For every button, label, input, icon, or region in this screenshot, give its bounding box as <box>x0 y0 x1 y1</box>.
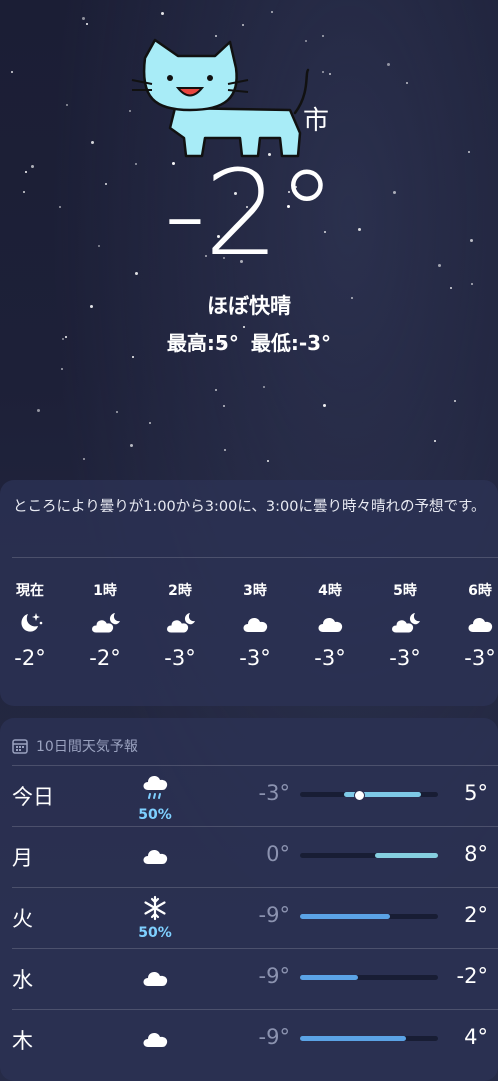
hour-temperature: -3° <box>464 646 496 670</box>
hour-temperature: -3° <box>164 646 196 670</box>
day-name: 今日 <box>12 785 54 809</box>
day-row[interactable]: 火 50% -9° 2° <box>0 887 498 948</box>
precip-chance: 50% <box>138 925 172 941</box>
day-low: 0° <box>266 842 290 866</box>
hour-time: 2時 <box>168 583 192 599</box>
day-row[interactable]: 木 -9° 4° <box>0 1009 498 1070</box>
hour-temperature: -3° <box>389 646 421 670</box>
hour-temperature: -2° <box>14 646 46 670</box>
current-temperature-dot <box>354 790 365 801</box>
cloud-moon-icon <box>375 600 435 646</box>
moon-stars-icon <box>0 600 60 646</box>
day-high: 8° <box>464 842 488 866</box>
temperature-range-bar <box>300 1036 438 1041</box>
hour-temperature: -3° <box>239 646 271 670</box>
hour-item: 5時 -3° <box>375 580 435 670</box>
day-low: -9° <box>258 964 290 988</box>
day-row[interactable]: 今日 50% -3° 5° <box>0 765 498 826</box>
temperature-range-fill <box>375 853 438 858</box>
ten-day-forecast-card[interactable]: 10日間天気予報 今日 50% -3° 5° 月 0° 8° 火 50% -9° 2° 水 -9° -2°… <box>0 718 498 1081</box>
hour-item: 現在 -2° <box>0 580 60 670</box>
hour-time: 5時 <box>393 583 417 599</box>
day-row[interactable]: 水 -9° -2° <box>0 948 498 1009</box>
hour-time: 1時 <box>93 583 117 599</box>
cloud-moon-icon <box>75 600 135 646</box>
low-temperature: 最低:-3° <box>250 331 332 355</box>
day-high: -2° <box>456 964 488 988</box>
cloud-icon <box>132 844 178 870</box>
cloud-moon-icon <box>150 600 210 646</box>
high-low-temperatures: 最高:5° 最低:-3° <box>0 327 498 356</box>
divider <box>12 765 498 766</box>
hour-time: 6時 <box>468 583 492 599</box>
day-low: -3° <box>258 781 290 805</box>
current-weather-header: 市 -2° ほぼ快晴 最高:5° 最低:-3° <box>0 0 498 470</box>
snowflake-icon: 50% <box>132 895 178 941</box>
hour-time: 4時 <box>318 583 342 599</box>
divider <box>12 1009 498 1010</box>
hour-temperature: -2° <box>89 646 121 670</box>
ten-day-title: 10日間天気予報 <box>36 739 138 755</box>
day-name: 月 <box>12 846 33 870</box>
hour-time: 現在 <box>16 583 44 599</box>
day-name: 木 <box>12 1029 33 1053</box>
divider <box>12 948 498 949</box>
forecast-summary: ところにより曇りが1:00から3:00に、3:00に曇り時々晴れの予想です。 <box>13 499 486 515</box>
hour-item: 6時 -3° <box>450 580 498 670</box>
hour-temperature: -3° <box>314 646 346 670</box>
hour-item: 1時 -2° <box>75 580 135 670</box>
ten-day-header: 10日間天気予報 <box>12 736 138 756</box>
day-high: 5° <box>464 781 488 805</box>
divider <box>12 557 498 558</box>
day-high: 4° <box>464 1025 488 1049</box>
cloud-icon <box>300 600 360 646</box>
current-condition: ほぼ快晴 <box>207 294 291 318</box>
cloud-rain-icon: 50% <box>132 773 178 823</box>
hour-time: 3時 <box>243 583 267 599</box>
high-temperature: 最高:5° <box>166 331 239 355</box>
temperature-range-bar <box>300 914 438 919</box>
precip-chance: 50% <box>138 807 172 823</box>
city-name-fragment: 市 <box>303 106 330 136</box>
day-low: -9° <box>258 903 290 927</box>
divider <box>12 826 498 827</box>
day-row[interactable]: 月 0° 8° <box>0 826 498 887</box>
hour-item: 3時 -3° <box>225 580 285 670</box>
day-high: 2° <box>464 903 488 927</box>
temperature-range-bar <box>300 790 438 801</box>
cloud-icon <box>450 600 498 646</box>
hour-item: 4時 -3° <box>300 580 360 670</box>
temperature-range-fill <box>300 1036 406 1041</box>
current-temperature: -2° <box>163 144 337 282</box>
day-low: -9° <box>258 1025 290 1049</box>
divider <box>12 887 498 888</box>
day-name: 火 <box>12 907 33 931</box>
day-name: 水 <box>12 968 33 992</box>
cloud-icon <box>132 966 178 992</box>
cloud-icon <box>132 1027 178 1053</box>
calendar-icon <box>12 739 28 754</box>
temperature-range-fill <box>300 975 358 980</box>
temperature-range-bar <box>300 853 438 858</box>
hourly-forecast-card[interactable]: ところにより曇りが1:00から3:00に、3:00に曇り時々晴れの予想です。 現… <box>0 480 498 706</box>
cloud-icon <box>225 600 285 646</box>
temperature-range-fill <box>300 914 390 919</box>
hour-item: 2時 -3° <box>150 580 210 670</box>
temperature-range-bar <box>300 975 438 980</box>
